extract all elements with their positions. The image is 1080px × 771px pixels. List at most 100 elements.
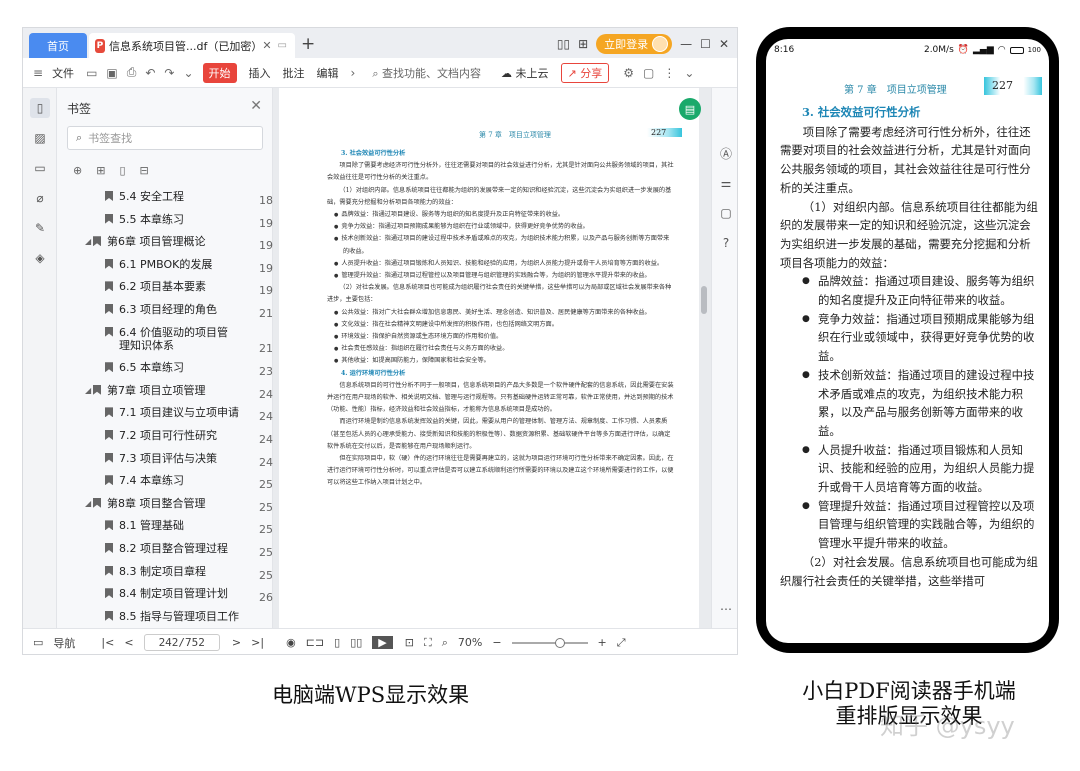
bookmark-item[interactable]: 7.2 项目可行性研究 240 xyxy=(57,429,273,446)
bookmark-icon[interactable]: ▯ xyxy=(119,164,125,177)
add-child-bookmark-icon[interactable]: ⊞ xyxy=(96,164,105,177)
bookmark-item[interactable]: 5.5 本章练习 196 xyxy=(57,213,273,230)
more-icon[interactable]: ⋮ xyxy=(663,66,675,80)
fit-page-icon[interactable]: ⛶ xyxy=(424,636,432,650)
tab-insert[interactable]: 插入 xyxy=(249,65,271,81)
layers-icon[interactable]: ◈ xyxy=(30,248,50,268)
zoom-out-icon[interactable]: − xyxy=(492,636,501,649)
layout-icon[interactable]: ▯▯ xyxy=(557,37,570,51)
bookmark-item-label: 8.1 管理基础 xyxy=(119,519,184,533)
bookmark-item[interactable]: 8.4 制定项目管理计划 260 xyxy=(57,587,273,604)
minimize-icon[interactable]: — xyxy=(680,37,692,51)
close-panel-icon[interactable]: ✕ xyxy=(250,98,262,114)
zoom-in-icon[interactable]: + xyxy=(598,636,607,649)
tab-display-icon[interactable]: ▭ xyxy=(278,40,287,51)
eye-icon[interactable]: ◉ xyxy=(286,636,296,649)
zoom-slider[interactable] xyxy=(511,637,588,648)
bookmark-item[interactable]: 6.5 本章练习 238 xyxy=(57,361,273,378)
single-page-icon[interactable]: ▯ xyxy=(334,636,340,649)
bookmark-item[interactable]: ◢ 第7章 项目立项管理 240 xyxy=(57,384,273,401)
prev-page-icon[interactable]: < xyxy=(124,636,133,649)
comment-icon[interactable]: ▢ xyxy=(643,66,654,80)
zoom-slider-knob[interactable] xyxy=(554,637,565,648)
undo-icon[interactable]: ↶ xyxy=(145,66,155,80)
function-search[interactable]: ⌕ 查找功能、文档内容 xyxy=(372,65,481,81)
read-mode-icon[interactable]: ▢ xyxy=(717,204,735,222)
tab-edit[interactable]: 编辑 xyxy=(317,65,339,81)
paragraph: 项目除了需要考虑经济可行性分析外，往往还需要对项目的社会效益进行分析，尤其是针对… xyxy=(327,162,674,182)
bookmark-item[interactable]: 8.3 制定项目章程 257 xyxy=(57,565,273,582)
login-button[interactable]: 立即登录 xyxy=(596,34,673,54)
open-folder-icon[interactable]: ▭ xyxy=(86,66,97,80)
page-indicator[interactable]: 242/752 xyxy=(143,634,220,651)
collapse-ribbon-icon[interactable]: ⌄ xyxy=(684,66,694,80)
more-tabs-icon[interactable]: › xyxy=(351,66,356,80)
new-tab-button[interactable]: + xyxy=(301,34,315,54)
print-icon[interactable]: ⎙ xyxy=(127,65,137,80)
file-menu[interactable]: 文件 xyxy=(52,65,74,81)
expand-arrow-icon[interactable]: ◢ xyxy=(85,499,93,508)
save-icon[interactable]: ▣ xyxy=(106,66,117,80)
nav-icon[interactable]: ▭ xyxy=(33,636,43,649)
last-page-icon[interactable]: >| xyxy=(251,636,264,649)
tab-annotate[interactable]: 批注 xyxy=(283,65,305,81)
first-page-icon[interactable]: |< xyxy=(101,636,114,649)
zoom-icon[interactable]: ⌕ xyxy=(442,636,448,650)
double-page-icon[interactable]: ▯▯ xyxy=(350,636,362,649)
fit-width-icon[interactable]: ⊏⊐ xyxy=(306,636,324,649)
bullet-item: 人员提升收益：指通过项目锻炼和人员知识、技能和经验的应用，为组织人员能力提升或骨… xyxy=(327,258,675,270)
more-icon[interactable]: ⋯ xyxy=(717,600,735,618)
attachment-icon[interactable]: ⌀ xyxy=(30,188,50,208)
bookmark-item[interactable]: 7.1 项目建议与立项申请 240 xyxy=(57,406,273,423)
more-dropdown-icon[interactable]: ⌄ xyxy=(183,66,193,80)
redo-icon[interactable]: ↷ xyxy=(164,66,174,80)
bookmark-panel-icon[interactable]: ▯ xyxy=(30,98,50,118)
cloud-status[interactable]: ☁ 未上云 xyxy=(501,65,549,81)
grid-icon[interactable]: ⊞ xyxy=(578,37,588,51)
menu-icon[interactable]: ≡ xyxy=(33,66,43,80)
tab-home[interactable]: 首页 xyxy=(29,33,87,58)
bookmark-item[interactable]: 5.4 安全工程 185 xyxy=(57,190,273,207)
bookmark-item[interactable]: 8.1 管理基础 252 xyxy=(57,519,273,536)
bookmark-item[interactable]: 8.2 项目整合管理过程 254 xyxy=(57,542,273,559)
tab-start[interactable]: 开始 xyxy=(202,62,237,83)
remove-bookmark-icon[interactable]: ⊟ xyxy=(140,164,149,177)
help-icon[interactable]: ? xyxy=(717,234,735,252)
expand-arrow-icon[interactable]: ◢ xyxy=(85,237,93,246)
next-page-icon[interactable]: > xyxy=(232,636,241,649)
thumbnail-icon[interactable]: ▨ xyxy=(30,128,50,148)
signature-icon[interactable]: ✎ xyxy=(30,218,50,238)
net-speed: 2.0M/s xyxy=(923,45,954,55)
comment-panel-icon[interactable]: ▭ xyxy=(30,158,50,178)
expand-arrow-icon[interactable]: ◢ xyxy=(85,386,93,395)
bookmark-item[interactable]: 8.5 指导与管理项目工作 xyxy=(57,610,273,622)
add-bookmark-icon[interactable]: ⊕ xyxy=(73,164,82,177)
bookmark-item[interactable]: ◢ 第8章 项目整合管理 252 xyxy=(57,497,273,514)
maximize-icon[interactable]: ☐ xyxy=(700,37,711,51)
bookmark-item[interactable]: 6.2 项目基本要素 199 xyxy=(57,280,273,297)
bookmark-item[interactable]: 7.4 本章练习 251 xyxy=(57,474,273,491)
close-tab-icon[interactable]: ✕ xyxy=(262,39,271,52)
share-button[interactable]: ↗ 分享 xyxy=(560,62,610,83)
page-tool-icon[interactable]: ▤ xyxy=(679,98,701,120)
document-scrollbar[interactable] xyxy=(701,286,707,314)
actual-size-icon[interactable]: ⊡ xyxy=(405,636,414,649)
bookmark-item[interactable]: 6.1 PMBOK的发展 198 xyxy=(57,258,273,275)
bookmark-list: 5.4 安全工程185 5.5 本章练习196 ◢第6章 项目管理概论198 6.1 … xyxy=(57,190,273,622)
bookmark-icon xyxy=(105,407,113,418)
adjust-icon[interactable]: ⚌ xyxy=(717,174,735,192)
bookmark-item[interactable]: 6.3 项目经理的角色 211 xyxy=(57,303,273,320)
bookmark-item[interactable]: 6.4 价值驱动的项目管理知识体系 216 xyxy=(57,326,273,355)
bullet-item: 技术创新效益：指通过项目的建设过程中技术矛盾或难点的攻克，为组织技术能力积累，以… xyxy=(327,233,675,257)
tab-document[interactable]: P 信息系统项目管...df（已加密） ✕ ▭ xyxy=(89,33,295,58)
ai-search-icon[interactable]: Ⓐ xyxy=(717,144,735,162)
fullscreen-icon[interactable]: ⤢ xyxy=(617,636,626,650)
close-window-icon[interactable]: ✕ xyxy=(719,37,729,51)
bookmark-search-input[interactable]: ⌕ 书签查找 xyxy=(67,126,263,150)
bookmark-item[interactable]: ◢ 第6章 项目管理概论 198 xyxy=(57,235,273,252)
bookmark-item[interactable]: 7.3 项目评估与决策 249 xyxy=(57,452,273,469)
zoom-value[interactable]: 70% xyxy=(458,636,482,649)
settings-icon[interactable]: ⚙ xyxy=(623,66,634,80)
play-icon[interactable]: ▶ xyxy=(372,636,393,649)
nav-label[interactable]: 导航 xyxy=(53,635,75,651)
